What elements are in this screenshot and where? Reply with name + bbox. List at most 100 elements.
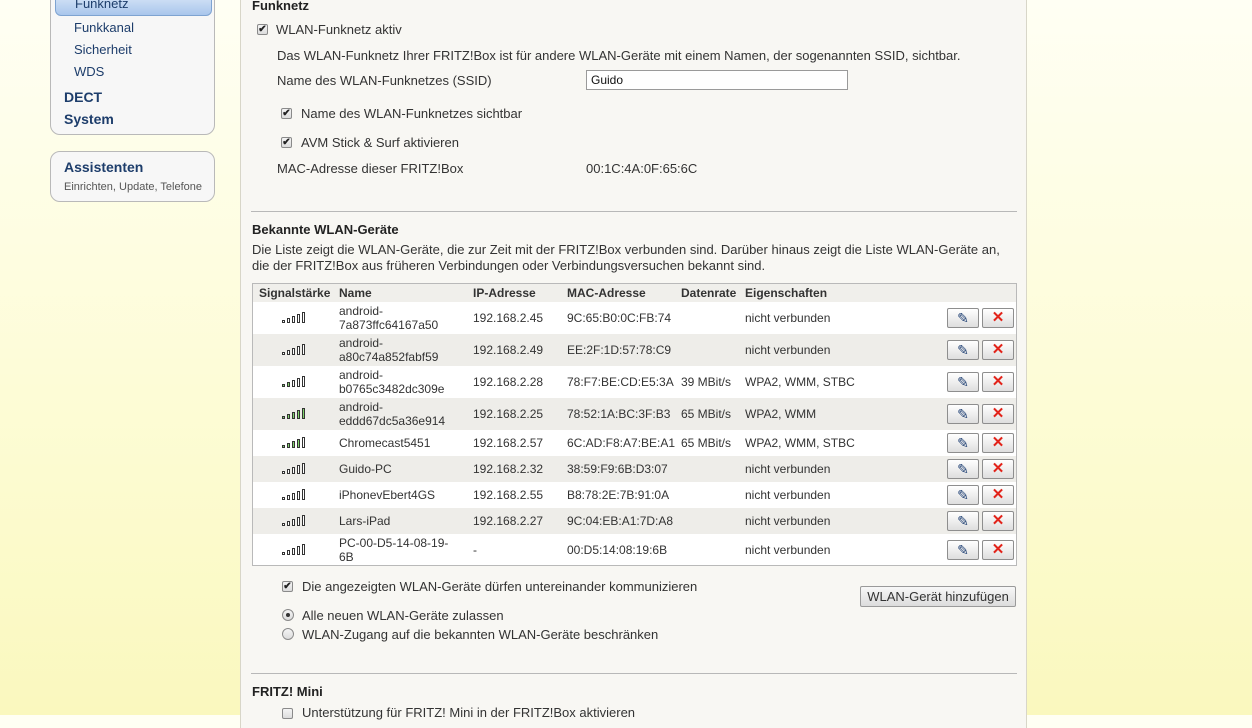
devices-table: Signalstärke Name IP-Adresse MAC-Adresse… xyxy=(252,283,1017,566)
ssid-visible-checkbox[interactable]: ✔ xyxy=(281,108,292,119)
device-mac: 9C:65:B0:0C:FB:74 xyxy=(567,311,672,325)
delete-icon: ✕ xyxy=(991,373,1005,390)
assistant-subtitle: Einrichten, Update, Telefone xyxy=(64,181,202,193)
assistant-title[interactable]: Assistenten xyxy=(64,159,143,175)
ssid-label: Name des WLAN-Funknetzes (SSID) xyxy=(277,73,492,88)
edit-device-button[interactable]: ✎ xyxy=(947,340,979,360)
device-mac: 78:52:1A:BC:3F:B3 xyxy=(567,407,671,421)
delete-device-button[interactable]: ✕ xyxy=(982,433,1014,453)
delete-icon: ✕ xyxy=(991,541,1005,558)
signal-strength-icon xyxy=(282,376,308,387)
delete-icon: ✕ xyxy=(991,341,1005,358)
nav-item-dect[interactable]: DECT xyxy=(64,89,102,105)
device-ip: 192.168.2.25 xyxy=(473,407,544,421)
wlan-active-checkbox[interactable]: ✔ xyxy=(257,24,268,35)
known-devices-heading: Bekannte WLAN-Geräte xyxy=(252,222,399,237)
table-row: android- 7a873ffc64167a50 192.168.2.45 9C:6… xyxy=(253,302,1016,334)
device-name: b0765c3482dc309e xyxy=(339,382,445,396)
ssid-input[interactable] xyxy=(586,70,848,90)
device-mac: B8:78:2E:7B:91:0A xyxy=(567,488,670,502)
col-ip: IP-Adresse xyxy=(473,286,536,300)
stick-surf-checkbox[interactable]: ✔ xyxy=(281,137,292,148)
col-name: Name xyxy=(339,286,372,300)
device-properties: nicht verbunden xyxy=(745,543,831,557)
table-row: PC-00-D5-14-08-19- 6B - 00:D5:14:08:19:6B ni… xyxy=(253,534,1016,566)
radio-allow-all[interactable] xyxy=(282,609,294,621)
nav-item-funknetz[interactable]: Funknetz xyxy=(55,0,212,16)
fritz-mini-label: Unterstützung für FRITZ! Mini in der FRI… xyxy=(302,705,636,720)
delete-device-button[interactable]: ✕ xyxy=(982,540,1014,560)
edit-device-button[interactable]: ✎ xyxy=(947,308,979,328)
col-mac: MAC-Adresse xyxy=(567,286,646,300)
device-ip: - xyxy=(473,543,477,557)
device-ip: 192.168.2.28 xyxy=(473,375,544,389)
delete-device-button[interactable]: ✕ xyxy=(982,340,1014,360)
ssid-visible-label: Name des WLAN-Funknetzes sichtbar xyxy=(301,106,523,121)
col-signal: Signalstärke xyxy=(259,286,331,300)
delete-device-button[interactable]: ✕ xyxy=(982,511,1014,531)
device-name: Guido-PC xyxy=(339,462,392,476)
delete-device-button[interactable]: ✕ xyxy=(982,372,1014,392)
device-name: 6B xyxy=(339,550,354,564)
device-name: android- xyxy=(339,336,384,350)
table-row: Lars-iPad 192.168.2.27 9C:04:EB:A1:7D:A8 ni… xyxy=(253,508,1016,534)
table-row: Guido-PC 192.168.2.32 38:59:F9:6B:D3:07 nic… xyxy=(253,456,1016,482)
edit-device-button[interactable]: ✎ xyxy=(947,459,979,479)
assistant-box[interactable]: Assistenten Einrichten, Update, Telefone xyxy=(50,151,215,202)
delete-device-button[interactable]: ✕ xyxy=(982,404,1014,424)
communicate-checkbox[interactable]: ✔ xyxy=(282,581,293,592)
nav-item-wds[interactable]: WDS xyxy=(74,64,104,79)
nav-item-funkkanal[interactable]: Funkkanal xyxy=(74,20,134,35)
table-row: android-b0765c3482dc309e 192.168.2.28 78:F… xyxy=(253,366,1016,398)
device-rate: 39 MBit/s xyxy=(681,375,732,389)
device-ip: 192.168.2.45 xyxy=(473,311,544,325)
table-header: Signalstärke Name IP-Adresse MAC-Adresse… xyxy=(253,284,1016,302)
wlan-active-label: WLAN-Funknetz aktiv xyxy=(276,22,402,37)
device-mac: 6C:AD:F8:A7:BE:A1 xyxy=(567,436,676,450)
device-name: Lars-iPad xyxy=(339,514,391,528)
edit-icon: ✎ xyxy=(957,435,969,451)
device-mac: 9C:04:EB:A1:7D:A8 xyxy=(567,514,674,528)
edit-icon: ✎ xyxy=(957,374,969,390)
delete-device-button[interactable]: ✕ xyxy=(982,459,1014,479)
col-properties: Eigenschaften xyxy=(745,286,828,300)
signal-strength-icon xyxy=(282,437,308,448)
mac-value: 00:1C:4A:0F:65:6C xyxy=(586,161,698,176)
edit-icon: ✎ xyxy=(957,406,969,422)
section-divider xyxy=(251,211,1017,212)
edit-device-button[interactable]: ✎ xyxy=(947,511,979,531)
edit-icon: ✎ xyxy=(957,310,969,326)
fritz-mini-checkbox[interactable] xyxy=(282,708,293,719)
nav-item-system[interactable]: System xyxy=(64,111,114,127)
funknetz-info: Das WLAN-Funknetz Ihrer FRITZ!Box ist fü… xyxy=(277,48,961,63)
device-properties: WPA2, WMM xyxy=(745,407,817,421)
nav-item-sicherheit[interactable]: Sicherheit xyxy=(74,42,132,57)
delete-icon: ✕ xyxy=(991,309,1005,326)
delete-icon: ✕ xyxy=(991,486,1005,503)
fritz-mini-heading: FRITZ! Mini xyxy=(252,684,323,699)
device-name: android- xyxy=(339,400,384,414)
device-ip: 192.168.2.27 xyxy=(473,514,544,528)
device-mac: 00:D5:14:08:19:6B xyxy=(567,543,668,557)
radio-known-only[interactable] xyxy=(282,628,294,640)
device-name: eddd67dc5a36e914 xyxy=(339,414,446,428)
stick-surf-label: AVM Stick & Surf aktivieren xyxy=(301,135,459,150)
communicate-label: Die angezeigten WLAN-Geräte dürfen unter… xyxy=(302,579,698,594)
delete-device-button[interactable]: ✕ xyxy=(982,308,1014,328)
edit-device-button[interactable]: ✎ xyxy=(947,485,979,505)
edit-device-button[interactable]: ✎ xyxy=(947,404,979,424)
radio-known-only-label: WLAN-Zugang auf die bekannten WLAN-Gerät… xyxy=(302,627,659,642)
device-rate: 65 MBit/s xyxy=(681,436,732,450)
funknetz-heading: Funknetz xyxy=(252,0,310,13)
edit-device-button[interactable]: ✎ xyxy=(947,540,979,560)
known-devices-desc-2: die der FRITZ!Box aus früheren Verbindun… xyxy=(252,258,766,273)
delete-device-button[interactable]: ✕ xyxy=(982,485,1014,505)
device-properties: nicht verbunden xyxy=(745,343,831,357)
delete-icon: ✕ xyxy=(991,405,1005,422)
known-devices-desc-1: Die Liste zeigt die WLAN-Geräte, die zur… xyxy=(252,242,1000,257)
table-row: iPhonevEbert4GS 192.168.2.55 B8:78:2E:7B:9… xyxy=(253,482,1016,508)
signal-strength-icon xyxy=(282,544,308,555)
edit-device-button[interactable]: ✎ xyxy=(947,372,979,392)
edit-device-button[interactable]: ✎ xyxy=(947,433,979,453)
add-device-button[interactable]: WLAN-Gerät hinzufügen xyxy=(860,586,1016,607)
